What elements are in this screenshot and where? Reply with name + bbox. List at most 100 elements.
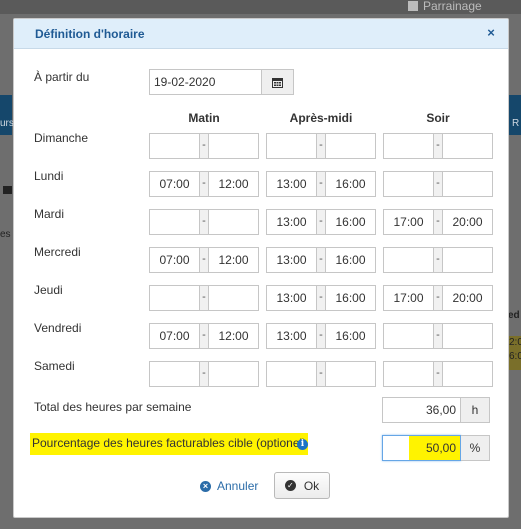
time-slot-soir: -	[383, 361, 493, 387]
time-separator: -	[317, 285, 325, 311]
total-hours-group: h	[382, 397, 490, 423]
time-slot-matin: -	[149, 285, 259, 311]
end-time-input[interactable]	[442, 285, 493, 311]
start-time-input[interactable]	[266, 285, 317, 311]
start-time-input[interactable]	[383, 247, 434, 273]
time-separator: -	[317, 247, 325, 273]
end-time-input[interactable]	[325, 209, 376, 235]
time-separator: -	[317, 361, 325, 387]
start-time-input[interactable]	[266, 209, 317, 235]
end-time-input[interactable]	[325, 285, 376, 311]
end-time-input[interactable]	[208, 209, 259, 235]
billable-percentage-input[interactable]	[382, 435, 461, 461]
start-time-input[interactable]	[149, 209, 200, 235]
referral-link[interactable]: Parrainage	[408, 0, 482, 13]
column-header-apres-midi: Après-midi	[289, 111, 353, 125]
start-time-input[interactable]	[383, 133, 434, 159]
start-time-input[interactable]	[383, 323, 434, 349]
time-slot-soir: -	[383, 323, 493, 349]
start-time-input[interactable]	[266, 247, 317, 273]
time-slot-apres-midi: -	[266, 323, 376, 349]
close-icon[interactable]: ×	[486, 26, 496, 40]
time-separator: -	[434, 361, 442, 387]
time-slot-apres-midi: -	[266, 285, 376, 311]
time-separator: -	[434, 133, 442, 159]
start-date-label: À partir du	[34, 70, 90, 84]
time-slot-matin: -	[149, 247, 259, 273]
background-nav-right	[509, 95, 521, 135]
time-separator: -	[317, 133, 325, 159]
end-time-input[interactable]	[208, 361, 259, 387]
start-time-input[interactable]	[383, 171, 434, 197]
end-time-input[interactable]	[325, 247, 376, 273]
start-time-input[interactable]	[383, 285, 434, 311]
end-time-input[interactable]	[208, 285, 259, 311]
cancel-button[interactable]: × Annuler	[200, 476, 258, 496]
start-date-input[interactable]	[149, 69, 262, 95]
start-time-input[interactable]	[149, 171, 200, 197]
end-time-input[interactable]	[208, 133, 259, 159]
time-slot-apres-midi: -	[266, 209, 376, 235]
start-time-input[interactable]	[149, 361, 200, 387]
cancel-icon: ×	[200, 480, 211, 492]
time-separator: -	[317, 171, 325, 197]
time-slot-matin: -	[149, 171, 259, 197]
end-time-input[interactable]	[442, 171, 493, 197]
time-separator: -	[200, 247, 208, 273]
time-separator: -	[317, 209, 325, 235]
background-text-left: urs	[0, 118, 14, 129]
time-separator: -	[200, 323, 208, 349]
time-slot-soir: -	[383, 285, 493, 311]
end-time-input[interactable]	[208, 323, 259, 349]
end-time-input[interactable]	[442, 247, 493, 273]
end-time-input[interactable]	[325, 171, 376, 197]
time-slot-apres-midi: -	[266, 133, 376, 159]
time-separator: -	[434, 323, 442, 349]
start-time-input[interactable]	[149, 133, 200, 159]
start-time-input[interactable]	[266, 323, 317, 349]
time-separator: -	[434, 209, 442, 235]
day-label: Dimanche	[34, 131, 89, 145]
end-time-input[interactable]	[208, 171, 259, 197]
dialog-header: Définition d'horaire ×	[14, 19, 508, 49]
billable-percentage-group: %	[382, 435, 490, 461]
time-separator: -	[200, 209, 208, 235]
start-time-input[interactable]	[149, 247, 200, 273]
ok-button[interactable]: ✓ Ok	[274, 472, 330, 499]
time-slot-matin: -	[149, 323, 259, 349]
start-time-input[interactable]	[149, 285, 200, 311]
total-hours-input[interactable]	[382, 397, 461, 423]
day-label: Vendredi	[34, 321, 82, 335]
total-hours-unit: h	[461, 397, 490, 423]
calendar-button[interactable]	[261, 69, 294, 95]
start-time-input[interactable]	[383, 209, 434, 235]
end-time-input[interactable]	[325, 133, 376, 159]
time-separator: -	[434, 285, 442, 311]
info-icon[interactable]: i	[297, 439, 308, 450]
start-time-input[interactable]	[149, 323, 200, 349]
time-slot-apres-midi: -	[266, 171, 376, 197]
day-label: Samedi	[34, 359, 75, 373]
start-date-group	[149, 69, 294, 95]
time-slot-matin: -	[149, 209, 259, 235]
calendar-icon	[272, 77, 283, 88]
end-time-input[interactable]	[442, 361, 493, 387]
end-time-input[interactable]	[208, 247, 259, 273]
end-time-input[interactable]	[325, 323, 376, 349]
start-time-input[interactable]	[266, 361, 317, 387]
column-header-matin: Matin	[188, 111, 220, 125]
total-hours-label: Total des heures par semaine	[34, 400, 192, 414]
time-slot-soir: -	[383, 171, 493, 197]
time-separator: -	[200, 361, 208, 387]
start-time-input[interactable]	[266, 171, 317, 197]
check-icon: ✓	[284, 480, 296, 491]
end-time-input[interactable]	[442, 209, 493, 235]
background-nav-left	[0, 95, 12, 135]
start-time-input[interactable]	[383, 361, 434, 387]
end-time-input[interactable]	[325, 361, 376, 387]
end-time-input[interactable]	[442, 133, 493, 159]
day-label: Jeudi	[34, 283, 63, 297]
time-separator: -	[434, 247, 442, 273]
end-time-input[interactable]	[442, 323, 493, 349]
start-time-input[interactable]	[266, 133, 317, 159]
